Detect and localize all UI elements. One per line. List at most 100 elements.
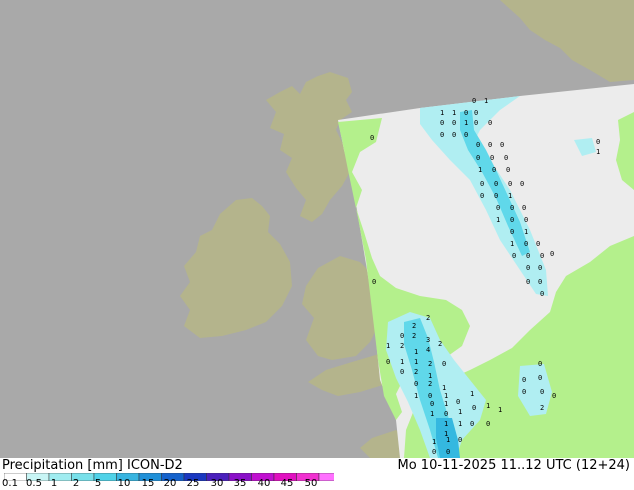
map-title: Precipitation [mm] ICON-D2 bbox=[2, 458, 183, 473]
rain-value: 0 bbox=[540, 252, 544, 260]
rain-value: 2 bbox=[414, 368, 418, 376]
color-scale-tick-label: 15 bbox=[141, 478, 155, 489]
rain-value: 0 bbox=[540, 388, 544, 396]
rain-value: 2 bbox=[428, 380, 432, 388]
map-canvas: 0 11 1 0 00 0 1 0 00 0 00 0 00 0 01 0 00 0 0 00 0 10 0 01 0 00 11 0… bbox=[0, 0, 634, 458]
rain-value: 0 bbox=[506, 166, 510, 174]
rain-value: 1 bbox=[458, 408, 462, 416]
rain-value: 1 bbox=[458, 420, 462, 428]
rain-value: 0 bbox=[464, 131, 468, 139]
rain-value: 2 bbox=[412, 332, 416, 340]
rain-value: 1 bbox=[498, 406, 502, 414]
rain-value: 0 bbox=[480, 192, 484, 200]
rain-value: 0 bbox=[488, 119, 492, 127]
rain-value: 3 bbox=[426, 336, 430, 344]
rain-value: 4 bbox=[426, 346, 430, 354]
color-scale-tick-label: 50 bbox=[304, 478, 318, 489]
color-scale-tick-label: 0.1 bbox=[2, 478, 18, 489]
rain-value: 0 bbox=[386, 358, 390, 366]
rain-value: 0 bbox=[446, 448, 450, 456]
rain-value: 1 bbox=[432, 438, 436, 446]
rain-value: 0 bbox=[550, 250, 554, 258]
color-scale-tick-label: 35 bbox=[233, 478, 247, 489]
rain-value: 2 bbox=[428, 360, 432, 368]
rain-value: 0 bbox=[486, 420, 490, 428]
rain-value: 0 bbox=[524, 216, 528, 224]
rain-value: 0 bbox=[522, 376, 526, 384]
rain-value: 0 bbox=[440, 119, 444, 127]
rain-value: 0 bbox=[428, 392, 432, 400]
rain-value: 0 bbox=[414, 380, 418, 388]
rain-value: 1 bbox=[444, 420, 448, 428]
rain-value: 1 bbox=[414, 348, 418, 356]
rain-value: 0 bbox=[540, 290, 544, 298]
rain-value: 1 bbox=[510, 240, 514, 248]
rain-value: 1 bbox=[524, 228, 528, 236]
rain-value: 1 bbox=[446, 436, 450, 444]
rain-value: 1 bbox=[508, 192, 512, 200]
rain-value: 2 bbox=[426, 314, 430, 322]
rain-value: 0 bbox=[522, 204, 526, 212]
rain-value: 0 bbox=[444, 410, 448, 418]
rain-value: 0 bbox=[512, 252, 516, 260]
rain-value: 0 bbox=[480, 180, 484, 188]
rain-value: 1 bbox=[400, 358, 404, 366]
rain-value: 0 bbox=[400, 368, 404, 376]
rain-value: 1 bbox=[452, 109, 456, 117]
rain-value: 0 bbox=[526, 252, 530, 260]
rain-value: 0 bbox=[472, 97, 476, 105]
rain-value: 0 bbox=[536, 240, 540, 248]
color-scale-tick-label: 1 bbox=[50, 478, 58, 489]
rain-value: 0 bbox=[476, 154, 480, 162]
rain-value: 1 bbox=[478, 166, 482, 174]
rain-value: 1 bbox=[486, 402, 490, 410]
rain-value: 0 bbox=[538, 264, 542, 272]
precipitation-map: 0111000010000000000010000000010001000110… bbox=[0, 0, 634, 458]
rain-value: 0 bbox=[510, 216, 514, 224]
color-scale-tick-label: 25 bbox=[186, 478, 200, 489]
color-scale-tick-label: 20 bbox=[163, 478, 177, 489]
rain-value: 0 bbox=[442, 360, 446, 368]
legend-bar: Precipitation [mm] ICON-D2 Mo 10-11-2025… bbox=[0, 458, 634, 490]
rain-value: 1 bbox=[430, 410, 434, 418]
rain-value: 0 bbox=[430, 400, 434, 408]
rain-value: 0 bbox=[494, 180, 498, 188]
rain-value: 0 bbox=[472, 404, 476, 412]
rain-value: 1 bbox=[496, 216, 500, 224]
rain-value: 0 bbox=[510, 204, 514, 212]
rain-value: 0 bbox=[476, 141, 480, 149]
rain-value: 0 bbox=[452, 119, 456, 127]
rain-value: 1 bbox=[386, 342, 390, 350]
rain-value: 0 bbox=[464, 109, 468, 117]
rain-value: 0 bbox=[456, 398, 460, 406]
rain-value: 0 bbox=[400, 332, 404, 340]
rain-value: 0 bbox=[370, 134, 374, 142]
rain-value: 0 bbox=[490, 154, 494, 162]
rain-value: 0 bbox=[526, 264, 530, 272]
color-scale-tick-label: 30 bbox=[210, 478, 224, 489]
rain-value: 0 bbox=[452, 131, 456, 139]
rain-value: 0 bbox=[524, 240, 528, 248]
color-scale-tick-label: 0.5 bbox=[26, 478, 42, 489]
rain-value: 2 bbox=[540, 404, 544, 412]
rain-value: 2 bbox=[412, 322, 416, 330]
rain-value: 1 bbox=[414, 358, 418, 366]
rain-value: 0 bbox=[522, 388, 526, 396]
rain-value: 0 bbox=[474, 119, 478, 127]
rain-value: 0 bbox=[458, 436, 462, 444]
rain-value: 0 bbox=[372, 278, 376, 286]
rain-value: 0 bbox=[440, 131, 444, 139]
rain-value: 0 bbox=[596, 138, 600, 146]
rain-value: 0 bbox=[504, 154, 508, 162]
color-scale-ticks: 0.1 0.5 1 2 5 10 15 20 25 30 35 40 45 50 bbox=[0, 478, 634, 490]
rain-value: 1 bbox=[464, 119, 468, 127]
rain-value: 0 bbox=[538, 278, 542, 286]
rain-value: 1 bbox=[444, 392, 448, 400]
rain-value: 0 bbox=[526, 278, 530, 286]
valid-time: Mo 10-11-2025 11..12 UTC (12+24) bbox=[397, 458, 631, 473]
rain-value: 1 bbox=[440, 109, 444, 117]
rain-value: 0 bbox=[552, 392, 556, 400]
rain-value: 0 bbox=[488, 141, 492, 149]
rain-value: 1 bbox=[428, 372, 432, 380]
rain-value: 1 bbox=[414, 392, 418, 400]
